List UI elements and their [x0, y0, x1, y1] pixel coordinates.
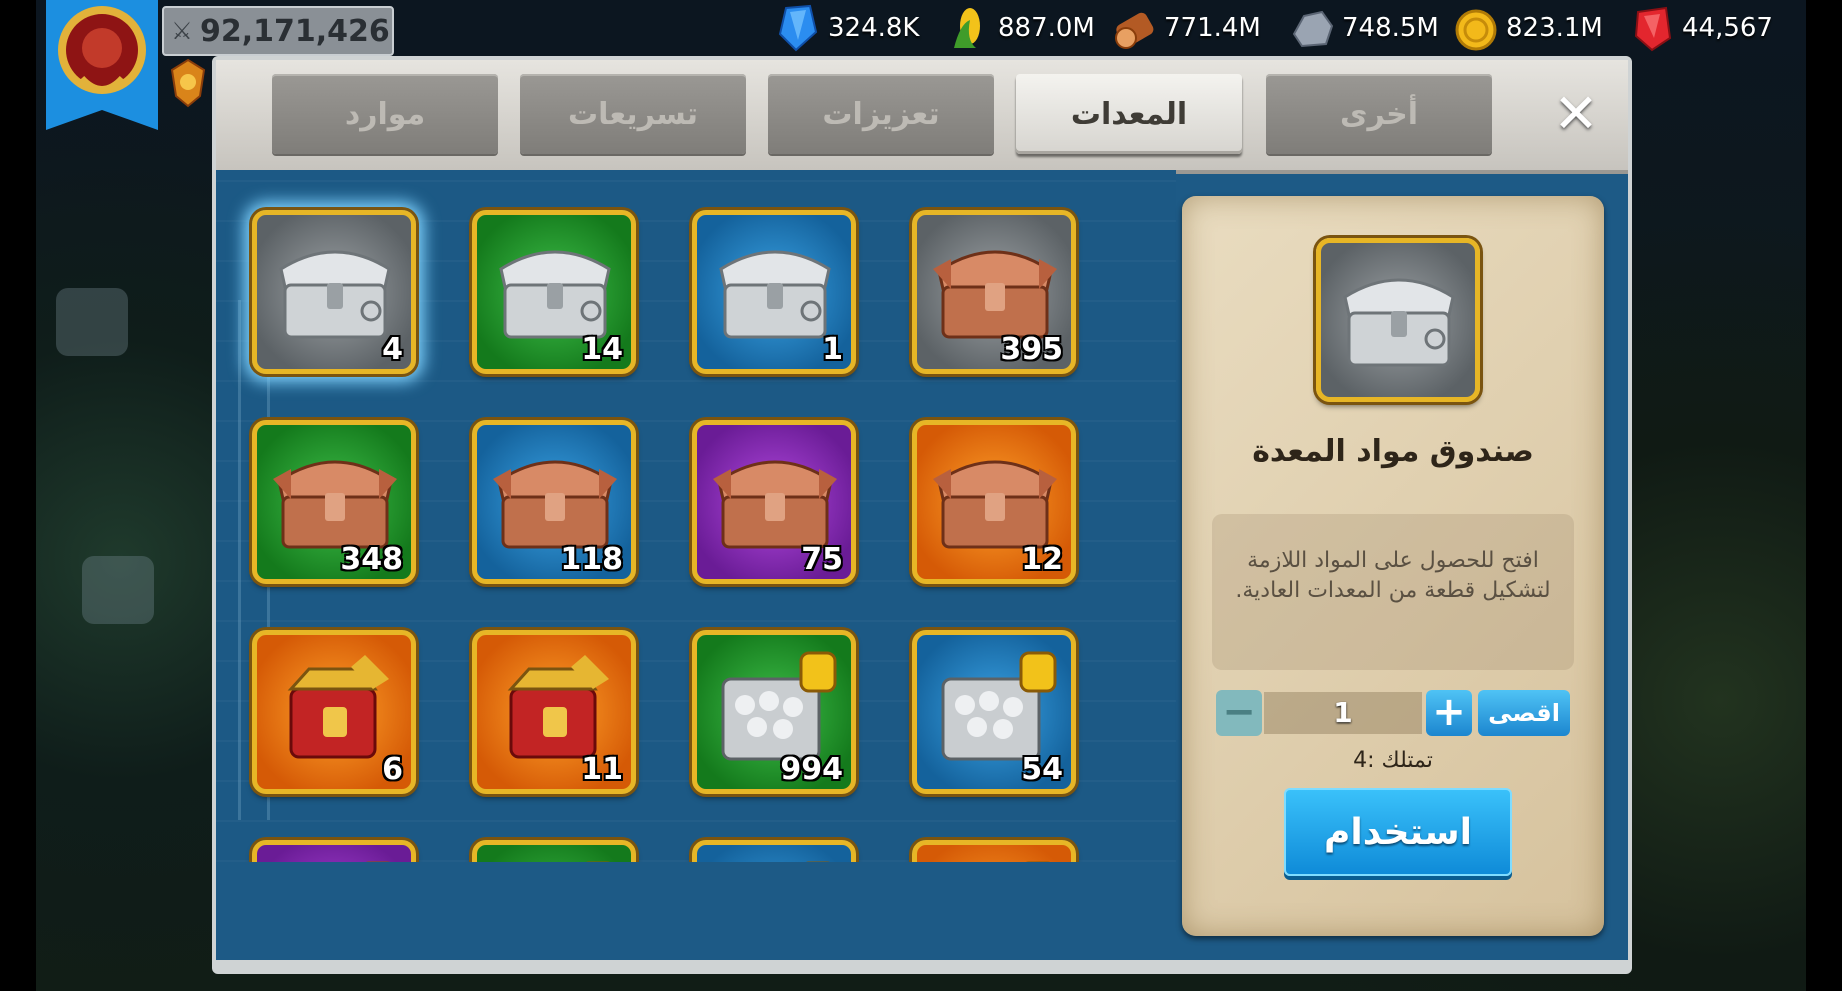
- background-side-button: [56, 288, 128, 356]
- resource-premium-gems[interactable]: 44,567: [1630, 4, 1773, 52]
- bronze-chest-icon: [933, 460, 1057, 549]
- item-slot[interactable]: 4: [252, 210, 416, 374]
- resource-gems[interactable]: 324.8K: [776, 4, 919, 52]
- bronze-chest-icon: [933, 250, 1057, 339]
- resource-food[interactable]: 887.0M: [946, 4, 1095, 52]
- gold-ore-chest-icon: [1025, 861, 1051, 862]
- item-quantity: 4: [382, 332, 403, 367]
- rank-badge-icon[interactable]: [168, 58, 208, 108]
- item-quantity: 994: [780, 752, 843, 787]
- use-button[interactable]: استخدام: [1284, 788, 1512, 876]
- item-slot[interactable]: 6: [252, 630, 416, 794]
- food-value: 887.0M: [998, 13, 1095, 43]
- item-slot[interactable]: 54: [912, 630, 1076, 794]
- item-title: صندوق مواد المعدة: [1252, 434, 1534, 469]
- tab-resources[interactable]: موارد: [272, 74, 498, 154]
- item-slot[interactable]: 14: [472, 210, 636, 374]
- sword-icon: ⚔: [171, 17, 193, 45]
- owned-count: تمتلك :4: [1353, 748, 1433, 773]
- items-panel: موارد تسريعات تعزيزات المعدات أخرى ✕ 4 14…: [212, 56, 1632, 974]
- tab-bar: موارد تسريعات تعزيزات المعدات أخرى ✕: [216, 60, 1628, 174]
- lion-crest-icon: [46, 0, 158, 130]
- background-side-button: [82, 556, 154, 624]
- item-slot[interactable]: 1: [692, 210, 856, 374]
- red-armor-chest-icon: [507, 655, 609, 759]
- minus-icon: −: [1222, 689, 1256, 735]
- ore-chest-icon: [365, 861, 391, 862]
- tab-speedups[interactable]: تسريعات: [520, 74, 746, 154]
- power-value: 92,171,426: [200, 13, 390, 49]
- gold-coin-icon: [1455, 9, 1497, 51]
- stone-icon: [1292, 10, 1334, 48]
- bronze-chest-icon: [713, 460, 837, 549]
- resource-wood[interactable]: 771.4M: [1112, 4, 1261, 52]
- items-grid[interactable]: 4 14 1 395 348 118 75 12 6 11 994 54: [216, 170, 1176, 862]
- player-avatar-banner[interactable]: [42, 0, 162, 140]
- item-slot[interactable]: 75: [692, 420, 856, 584]
- item-quantity: 395: [1000, 332, 1063, 367]
- resource-stone[interactable]: 748.5M: [1290, 4, 1439, 52]
- left-letterbox: [0, 0, 36, 991]
- item-description: افتح للحصول على المواد اللازمة لتشكيل قط…: [1212, 514, 1574, 670]
- item-slot[interactable]: [252, 840, 416, 862]
- wood-value: 771.4M: [1164, 13, 1261, 43]
- item-quantity: 1: [822, 332, 843, 367]
- resource-gold[interactable]: 823.1M: [1454, 4, 1603, 52]
- stone-value: 748.5M: [1342, 13, 1439, 43]
- bronze-chest-icon: [493, 460, 617, 549]
- item-slot[interactable]: 348: [252, 420, 416, 584]
- panel-bottom-edge: [216, 960, 1628, 970]
- item-slot[interactable]: 994: [692, 630, 856, 794]
- close-icon: ✕: [1553, 82, 1599, 145]
- item-detail-panel: صندوق مواد المعدة افتح للحصول على المواد…: [1182, 196, 1604, 936]
- item-quantity: 54: [1021, 752, 1063, 787]
- tab-equipment[interactable]: المعدات: [1016, 74, 1242, 154]
- plus-icon: +: [1432, 689, 1466, 735]
- item-slot[interactable]: 395: [912, 210, 1076, 374]
- item-quantity: 118: [560, 542, 623, 577]
- item-slot[interactable]: 11: [472, 630, 636, 794]
- item-slot[interactable]: 12: [912, 420, 1076, 584]
- ore-chest-icon: [805, 861, 831, 862]
- power-display[interactable]: ⚔ 92,171,426: [162, 6, 394, 56]
- premium-gems-value: 44,567: [1682, 13, 1773, 43]
- item-quantity: 14: [581, 332, 623, 367]
- item-slot[interactable]: [912, 840, 1076, 862]
- item-slot[interactable]: 118: [472, 420, 636, 584]
- item-quantity: 6: [382, 752, 403, 787]
- ore-chest-icon: [721, 651, 837, 761]
- right-letterbox: [1806, 0, 1842, 991]
- silver-chest-icon: [1343, 278, 1455, 367]
- selected-item-icon: [1316, 238, 1480, 402]
- log-icon: [1115, 12, 1154, 49]
- quantity-stepper: − 1 + اقصى: [1216, 690, 1576, 738]
- ore-chest-icon: [585, 861, 611, 862]
- item-quantity: 348: [340, 542, 403, 577]
- silver-chest-icon: [279, 250, 391, 339]
- silver-chest-icon: [719, 250, 831, 339]
- gold-value: 823.1M: [1506, 13, 1603, 43]
- blue-gem-icon: [778, 4, 818, 52]
- max-button[interactable]: اقصى: [1478, 690, 1570, 736]
- corn-icon: [954, 8, 980, 48]
- gems-value: 324.8K: [828, 13, 920, 43]
- item-slot[interactable]: [692, 840, 856, 862]
- red-armor-chest-icon: [287, 655, 389, 759]
- increase-button[interactable]: +: [1426, 690, 1472, 736]
- quantity-input[interactable]: 1: [1264, 692, 1422, 734]
- tab-boosts[interactable]: تعزيزات: [768, 74, 994, 154]
- item-quantity: 11: [581, 752, 623, 787]
- ore-chest-icon: [941, 651, 1057, 761]
- item-quantity: 12: [1021, 542, 1063, 577]
- close-button[interactable]: ✕: [1548, 86, 1604, 142]
- silver-chest-icon: [499, 250, 611, 339]
- bronze-chest-icon: [273, 460, 397, 549]
- item-slot[interactable]: [472, 840, 636, 862]
- tab-other[interactable]: أخرى: [1266, 74, 1492, 154]
- decrease-button[interactable]: −: [1216, 690, 1262, 736]
- item-quantity: 75: [801, 542, 843, 577]
- red-gem-icon: [1634, 6, 1672, 52]
